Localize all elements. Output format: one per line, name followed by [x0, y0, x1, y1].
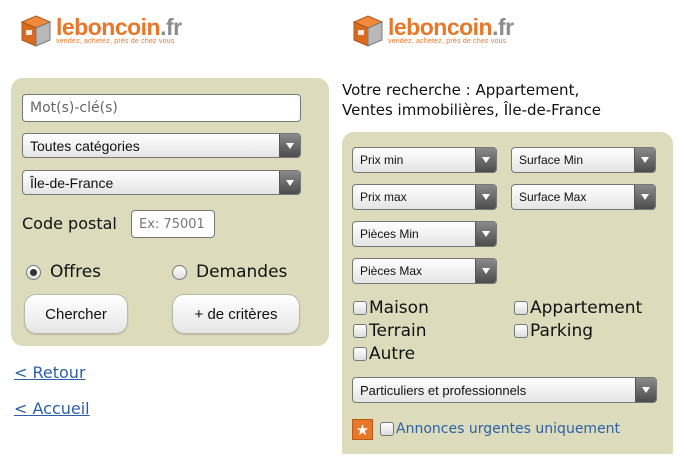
radio-requests-label: Demandes [196, 262, 288, 282]
seller-type-value: Particuliers et professionnels [360, 382, 527, 398]
dropdown-arrow-icon [634, 148, 655, 172]
radio-requests[interactable]: Demandes [172, 262, 287, 282]
logo-tld: .fr [492, 14, 514, 40]
search-summary-line-1: Votre recherche : Appartement, [342, 81, 580, 99]
surface-min-select[interactable]: Surface Min [511, 147, 656, 173]
dropdown-arrow-icon [475, 259, 496, 283]
category-select[interactable]: Toutes catégories [22, 133, 301, 158]
box-logo-icon [352, 14, 384, 48]
category-select-value: Toutes catégories [30, 137, 140, 154]
more-criteria-button[interactable]: + de critères [172, 294, 300, 334]
logo-tagline: vendez, achetez, près de chez vous [388, 38, 507, 45]
dropdown-arrow-icon [475, 185, 496, 209]
checkbox-parking-label: Parking [530, 321, 594, 341]
price-min-value: Prix min [360, 153, 404, 167]
surface-max-value: Surface Max [519, 190, 587, 204]
logo-tagline: vendez, achetez, près de chez vous [56, 38, 175, 45]
search-criteria-screen-right: leboncoin.fr vendez, achetez, près de ch… [337, 0, 680, 461]
checkbox-maison[interactable]: Maison [353, 298, 429, 318]
checkbox-icon [353, 324, 367, 338]
keywords-input[interactable]: Mot(s)-clé(s) [22, 94, 301, 122]
dropdown-arrow-icon [475, 148, 496, 172]
checkbox-terrain[interactable]: Terrain [353, 321, 427, 341]
seller-type-select[interactable]: Particuliers et professionnels [352, 377, 657, 403]
dropdown-arrow-icon [635, 378, 656, 402]
checkbox-parking[interactable]: Parking [514, 321, 593, 341]
checkbox-appartement[interactable]: Appartement [514, 298, 642, 318]
checkbox-icon [514, 301, 528, 315]
home-link[interactable]: < Accueil [14, 399, 90, 418]
surface-max-select[interactable]: Surface Max [511, 184, 656, 210]
checkbox-maison-label: Maison [369, 298, 429, 318]
price-max-value: Prix max [360, 190, 407, 204]
dropdown-arrow-icon [279, 134, 300, 157]
checkbox-terrain-label: Terrain [369, 321, 427, 341]
checkbox-icon [353, 301, 367, 315]
leboncoin-logo[interactable]: leboncoin.fr vendez, achetez, près de ch… [20, 14, 182, 54]
price-min-select[interactable]: Prix min [352, 147, 497, 173]
rooms-min-select[interactable]: Pièces Min [352, 221, 497, 247]
checkbox-autre[interactable]: Autre [353, 344, 415, 364]
radio-offers-label: Offres [50, 262, 102, 282]
logo-tld: .fr [160, 14, 182, 40]
checkbox-autre-label: Autre [369, 344, 416, 364]
search-screen-left: leboncoin.fr vendez, achetez, près de ch… [0, 0, 337, 461]
checkbox-urgent[interactable]: Annonces urgentes uniquement [380, 421, 620, 437]
dropdown-arrow-icon [634, 185, 655, 209]
radio-unchecked-icon [172, 264, 187, 280]
dropdown-arrow-icon [279, 171, 300, 194]
rooms-min-value: Pièces Min [360, 227, 419, 241]
price-max-select[interactable]: Prix max [352, 184, 497, 210]
search-summary-line-2: Ventes immobilières, Île-de-France [342, 101, 602, 119]
postal-code-input[interactable]: Ex: 75001 [131, 210, 215, 238]
logo-name: leboncoin [56, 14, 161, 40]
search-button[interactable]: Chercher [24, 294, 128, 334]
region-select[interactable]: Île-de-France [22, 170, 301, 195]
radio-offers[interactable]: Offres [26, 262, 101, 282]
radio-checked-icon [26, 264, 41, 280]
rooms-max-select[interactable]: Pièces Max [352, 258, 497, 284]
logo-name: leboncoin [388, 14, 493, 40]
rooms-max-value: Pièces Max [360, 264, 423, 278]
checkbox-icon [514, 324, 528, 338]
search-form-panel: Mot(s)-clé(s) Toutes catégories Île-de-F… [11, 78, 329, 346]
back-link[interactable]: < Retour [14, 363, 86, 382]
star-icon: ★ [352, 419, 373, 440]
checkbox-icon [380, 422, 394, 436]
checkbox-appartement-label: Appartement [530, 298, 643, 318]
dropdown-arrow-icon [475, 222, 496, 246]
box-logo-icon [20, 14, 52, 48]
postal-code-label: Code postal [22, 214, 117, 233]
surface-min-value: Surface Min [519, 153, 584, 167]
checkbox-urgent-label: Annonces urgentes uniquement [396, 421, 621, 437]
region-select-value: Île-de-France [30, 174, 114, 191]
checkbox-icon [353, 347, 367, 361]
leboncoin-logo[interactable]: leboncoin.fr vendez, achetez, près de ch… [352, 14, 514, 54]
criteria-panel: Prix min Surface Min Prix max Surface Ma… [342, 132, 673, 454]
